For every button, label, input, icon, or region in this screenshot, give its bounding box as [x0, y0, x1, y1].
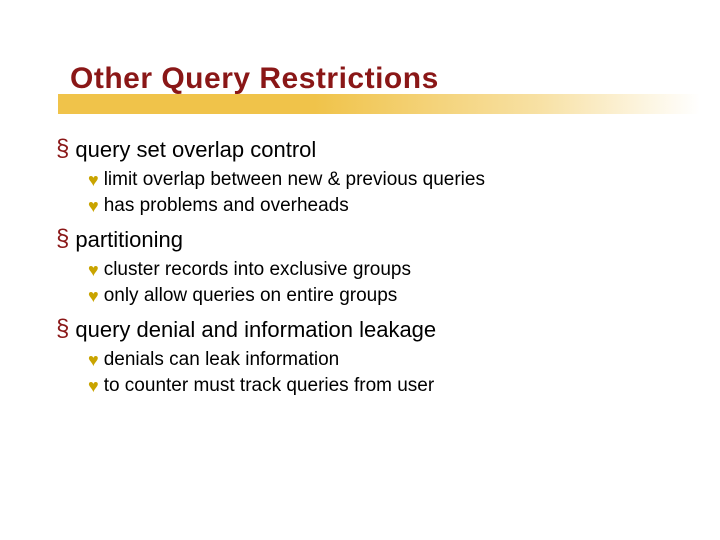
sub-point: ♥ limit overlap between new & previous q…: [88, 167, 680, 193]
sub-point: ♥ only allow queries on entire groups: [88, 283, 680, 309]
topic-heading: § query denial and information leakage: [56, 315, 680, 345]
heart-bullet-icon: ♥: [88, 284, 99, 308]
topic-group: § query denial and information leakage ♥…: [56, 315, 680, 399]
topic-label: query set overlap control: [75, 135, 316, 165]
topic-label: query denial and information leakage: [75, 315, 436, 345]
section-bullet-icon: §: [56, 315, 69, 344]
heart-bullet-icon: ♥: [88, 374, 99, 398]
section-bullet-icon: §: [56, 225, 69, 254]
slide: Other Query Restrictions § query set ove…: [0, 0, 720, 540]
heart-bullet-icon: ♥: [88, 168, 99, 192]
topic-heading: § query set overlap control: [56, 135, 680, 165]
sub-point-text: denials can leak information: [104, 347, 340, 373]
sub-point-text: only allow queries on entire groups: [104, 283, 398, 309]
sub-point-text: to counter must track queries from user: [104, 373, 435, 399]
heart-bullet-icon: ♥: [88, 348, 99, 372]
topic-label: partitioning: [75, 225, 183, 255]
sub-point: ♥ cluster records into exclusive groups: [88, 257, 680, 283]
topic-group: § partitioning ♥ cluster records into ex…: [56, 225, 680, 309]
topic-heading: § partitioning: [56, 225, 680, 255]
sub-point: ♥ has problems and overheads: [88, 193, 680, 219]
sub-point-text: has problems and overheads: [104, 193, 349, 219]
content-area: § query set overlap control ♥ limit over…: [56, 135, 680, 405]
sub-point: ♥ to counter must track queries from use…: [88, 373, 680, 399]
title-underline: [58, 94, 700, 114]
heart-bullet-icon: ♥: [88, 194, 99, 218]
heart-bullet-icon: ♥: [88, 258, 99, 282]
section-bullet-icon: §: [56, 135, 69, 164]
sub-point: ♥ denials can leak information: [88, 347, 680, 373]
topic-group: § query set overlap control ♥ limit over…: [56, 135, 680, 219]
title-block: Other Query Restrictions: [0, 62, 720, 96]
slide-title: Other Query Restrictions: [70, 62, 720, 96]
sub-point-text: limit overlap between new & previous que…: [104, 167, 485, 193]
sub-point-text: cluster records into exclusive groups: [104, 257, 411, 283]
